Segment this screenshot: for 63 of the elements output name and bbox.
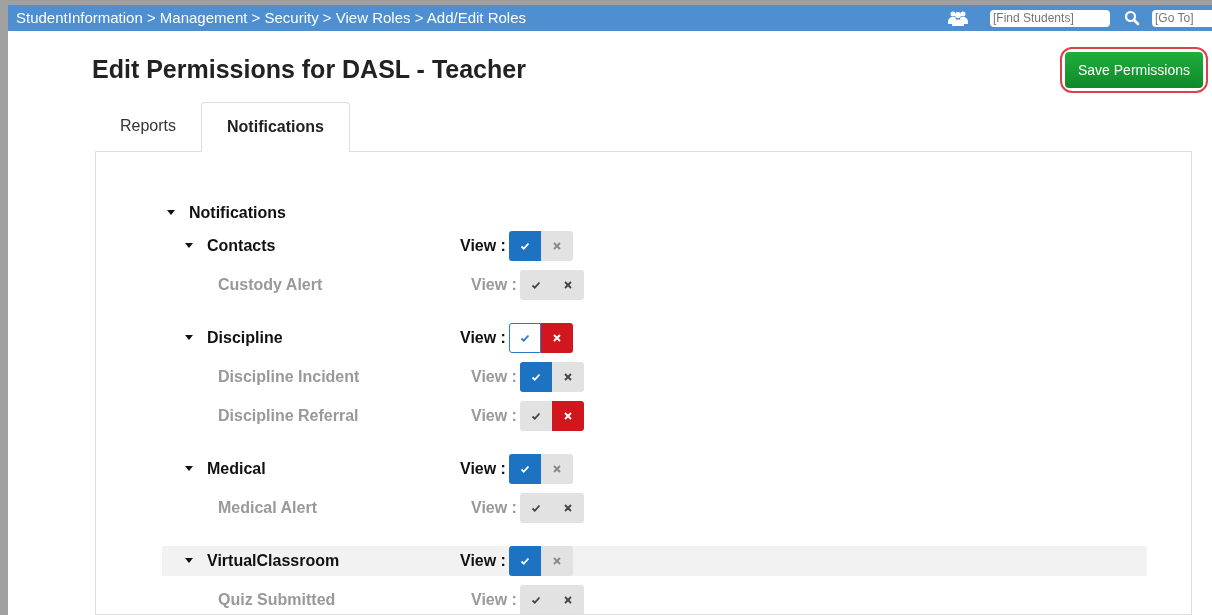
item-label: Quiz Submitted <box>218 590 337 610</box>
allow-button[interactable] <box>508 454 541 484</box>
group-label: Contacts <box>207 236 277 256</box>
item-label: Custody Alert <box>218 275 324 295</box>
close-icon <box>552 465 561 473</box>
close-icon <box>563 373 572 381</box>
page-title: Edit Permissions for DASL - Teacher <box>92 54 526 86</box>
view-label: View : <box>471 406 517 426</box>
view-label: View : <box>471 590 517 610</box>
close-icon <box>563 504 572 512</box>
find-students-field[interactable]: [Find Students] <box>990 9 1110 27</box>
close-icon <box>552 334 561 342</box>
allow-button[interactable] <box>519 362 552 392</box>
deny-button[interactable] <box>540 323 573 353</box>
view-label: View : <box>460 551 506 571</box>
view-label: View : <box>471 367 517 387</box>
tab[interactable]: Notifications <box>201 102 350 152</box>
close-icon <box>552 557 561 565</box>
check-icon <box>519 556 530 566</box>
allow-button[interactable] <box>508 323 541 353</box>
group-label: VirtualClassroom <box>207 551 341 571</box>
item-label: Medical Alert <box>218 498 318 518</box>
view-label: View : <box>460 328 506 348</box>
close-icon <box>563 596 572 604</box>
go-to-field[interactable]: [Go To] <box>1152 9 1212 27</box>
view-label: View : <box>460 459 506 479</box>
check-icon <box>530 280 541 290</box>
deny-button[interactable] <box>540 454 573 484</box>
check-icon <box>530 595 541 605</box>
check-icon <box>530 372 541 382</box>
deny-button[interactable] <box>551 493 584 523</box>
check-icon <box>519 241 530 251</box>
view-label: View : <box>471 498 517 518</box>
check-icon <box>530 503 541 513</box>
check-icon <box>530 411 541 421</box>
allow-button[interactable] <box>519 270 552 300</box>
deny-button[interactable] <box>551 401 584 431</box>
group-label: Medical <box>207 459 267 479</box>
group-label: Discipline <box>207 328 284 348</box>
allow-button[interactable] <box>508 231 541 261</box>
close-icon <box>563 412 572 420</box>
view-label: View : <box>460 236 506 256</box>
search-icon[interactable] <box>1124 10 1140 26</box>
check-icon <box>519 464 530 474</box>
allow-button[interactable] <box>519 401 552 431</box>
deny-button[interactable] <box>551 270 584 300</box>
item-label: Discipline Incident <box>218 367 361 387</box>
deny-button[interactable] <box>551 362 584 392</box>
people-icon[interactable] <box>948 10 968 26</box>
close-icon <box>552 242 561 250</box>
deny-button[interactable] <box>540 546 573 576</box>
close-icon <box>563 281 572 289</box>
deny-button[interactable] <box>540 231 573 261</box>
tab[interactable]: Reports <box>95 101 202 151</box>
check-icon <box>519 333 530 343</box>
allow-button[interactable] <box>519 585 552 614</box>
allow-button[interactable] <box>508 546 541 576</box>
view-label: View : <box>471 275 517 295</box>
deny-button[interactable] <box>551 585 584 614</box>
allow-button[interactable] <box>519 493 552 523</box>
save-button[interactable]: Save Permissions <box>1064 52 1203 88</box>
tree-label: Notifications <box>189 203 286 223</box>
item-label: Discipline Referral <box>218 406 360 426</box>
